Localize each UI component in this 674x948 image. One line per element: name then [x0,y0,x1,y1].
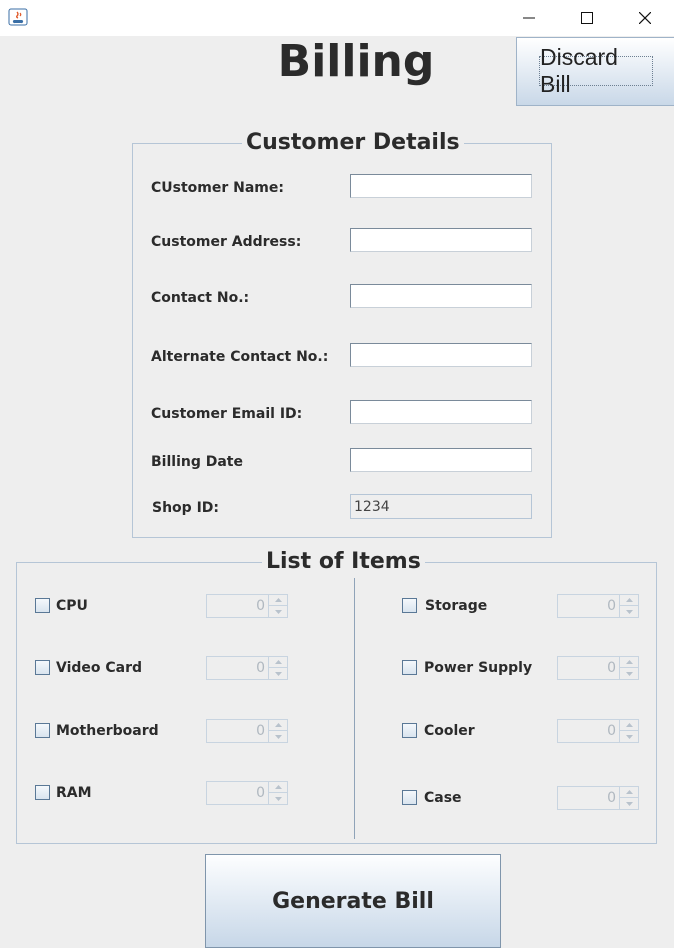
ram-checkbox[interactable] [35,785,50,800]
spin-up-icon[interactable] [268,657,287,668]
motherboard-label: Motherboard [56,723,159,739]
video-card-quantity-value: 0 [256,660,265,676]
customer-email-label: Customer Email ID: [151,406,303,422]
spin-down-icon[interactable] [268,793,287,804]
maximize-icon [581,12,593,24]
maximize-button[interactable] [558,0,616,36]
minimize-button[interactable] [500,0,558,36]
video-card-checkbox[interactable] [35,660,50,675]
java-app-icon [8,8,28,26]
video-card-label: Video Card [56,660,143,676]
video-card-quantity-spinner[interactable]: 0 [206,656,288,680]
page-title: Billing [277,36,435,87]
power-supply-quantity-value: 0 [607,660,616,676]
power-supply-checkbox[interactable] [402,660,417,675]
customer-email-input[interactable] [350,400,532,424]
customer-address-input[interactable] [350,228,532,252]
motherboard-quantity-spinner[interactable]: 0 [206,719,288,743]
generate-bill-button[interactable]: Generate Bill [205,854,501,948]
spin-up-icon[interactable] [268,595,287,606]
customer-name-label: CUstomer Name: [151,180,284,196]
case-quantity-value: 0 [607,790,616,806]
items-title: List of Items [262,549,425,574]
spin-up-icon[interactable] [619,657,638,668]
customer-details-panel [132,143,552,538]
cooler-quantity-value: 0 [607,723,616,739]
spin-down-icon[interactable] [619,798,638,809]
cooler-checkbox[interactable] [402,723,417,738]
contact-no-input[interactable] [350,284,532,308]
cpu-label: CPU [56,598,88,614]
storage-quantity-spinner[interactable]: 0 [557,594,639,618]
cpu-quantity-value: 0 [256,598,265,614]
customer-details-title: Customer Details [242,130,464,155]
spin-down-icon[interactable] [619,731,638,742]
cpu-quantity-spinner[interactable]: 0 [206,594,288,618]
cpu-checkbox[interactable] [35,598,50,613]
spin-down-icon[interactable] [268,731,287,742]
power-supply-quantity-spinner[interactable]: 0 [557,656,639,680]
spin-down-icon[interactable] [619,606,638,617]
spin-up-icon[interactable] [268,782,287,793]
power-supply-label: Power Supply [424,660,533,676]
spin-down-icon[interactable] [268,668,287,679]
case-quantity-spinner[interactable]: 0 [557,786,639,810]
contact-no-label: Contact No.: [151,290,250,306]
discard-bill-button[interactable]: Discard Bill [516,37,674,106]
ram-quantity-value: 0 [256,785,265,801]
items-divider [354,578,355,839]
case-checkbox[interactable] [402,790,417,805]
title-bar [0,0,674,36]
spin-up-icon[interactable] [619,787,638,798]
storage-quantity-value: 0 [607,598,616,614]
alternate-contact-input[interactable] [350,343,532,367]
close-icon [639,12,651,24]
case-label: Case [424,790,462,806]
shop-id-value: 1234 [354,499,390,515]
shop-id-field: 1234 [350,494,532,519]
minimize-icon [523,12,535,24]
alternate-contact-label: Alternate Contact No.: [151,349,329,365]
cooler-label: Cooler [424,723,475,739]
billing-date-input[interactable] [350,448,532,472]
cooler-quantity-spinner[interactable]: 0 [557,719,639,743]
ram-quantity-spinner[interactable]: 0 [206,781,288,805]
motherboard-checkbox[interactable] [35,723,50,738]
ram-label: RAM [56,785,92,801]
billing-date-label: Billing Date [151,454,243,470]
shop-id-label: Shop ID: [152,500,219,516]
motherboard-quantity-value: 0 [256,723,265,739]
spin-down-icon[interactable] [619,668,638,679]
spin-down-icon[interactable] [268,606,287,617]
storage-checkbox[interactable] [402,598,417,613]
spin-up-icon[interactable] [619,720,638,731]
spin-up-icon[interactable] [268,720,287,731]
customer-address-label: Customer Address: [151,234,302,250]
discard-bill-label: Discard Bill [539,44,653,97]
close-button[interactable] [616,0,674,36]
storage-label: Storage [425,598,488,614]
spin-up-icon[interactable] [619,595,638,606]
customer-name-input[interactable] [350,174,532,198]
